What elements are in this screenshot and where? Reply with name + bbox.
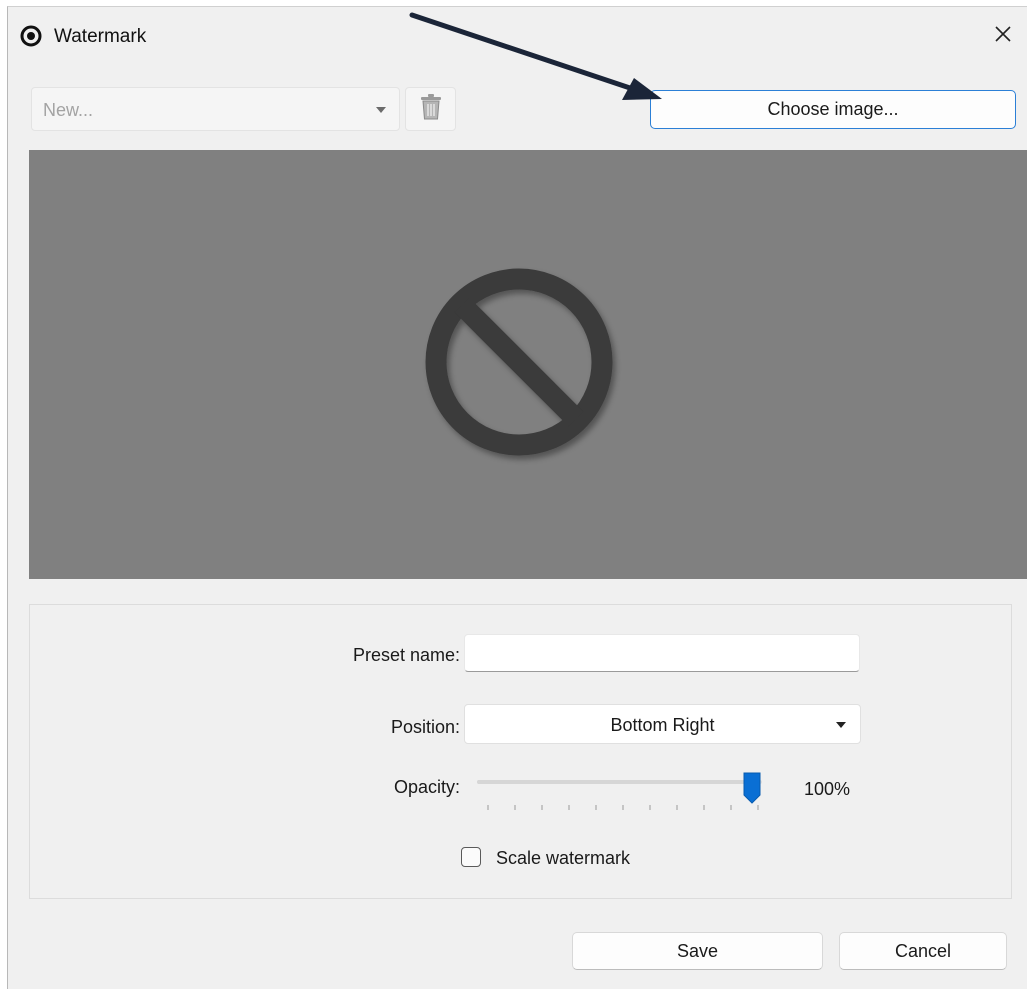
slider-thumb[interactable] bbox=[742, 771, 762, 805]
cancel-button[interactable]: Cancel bbox=[839, 932, 1007, 970]
delete-preset-button[interactable] bbox=[405, 87, 456, 131]
chevron-down-icon bbox=[376, 107, 386, 113]
scale-watermark-label: Scale watermark bbox=[496, 848, 631, 868]
preset-name-input[interactable] bbox=[464, 634, 860, 672]
choose-image-label: Choose image... bbox=[767, 99, 899, 119]
opacity-value: 100% bbox=[804, 779, 851, 799]
chevron-down-icon bbox=[836, 722, 846, 728]
save-button[interactable]: Save bbox=[572, 932, 823, 970]
title-bar: Watermark bbox=[8, 7, 1027, 65]
watermark-preview bbox=[29, 150, 1027, 579]
scale-watermark-checkbox[interactable] bbox=[461, 847, 481, 867]
app-logo-icon bbox=[20, 25, 42, 47]
close-button[interactable] bbox=[988, 21, 1018, 51]
no-image-icon bbox=[422, 266, 622, 466]
position-select-value: Bottom Right bbox=[610, 715, 715, 735]
trash-icon bbox=[419, 93, 443, 126]
watermark-dialog: Watermark New... Choose image... Preset … bbox=[7, 6, 1027, 989]
settings-panel: Preset name: Position: Bottom Right Opac… bbox=[29, 604, 1012, 899]
position-select[interactable]: Bottom Right bbox=[464, 704, 861, 744]
slider-fill bbox=[477, 780, 752, 784]
choose-image-button[interactable]: Choose image... bbox=[650, 90, 1016, 129]
preset-name-label: Preset name: bbox=[352, 645, 460, 665]
position-label: Position: bbox=[390, 717, 460, 737]
opacity-label: Opacity: bbox=[393, 777, 460, 797]
preset-select[interactable]: New... bbox=[31, 87, 400, 131]
opacity-slider[interactable] bbox=[477, 771, 777, 811]
save-label: Save bbox=[676, 940, 719, 961]
close-icon bbox=[994, 25, 1012, 48]
slider-ticks bbox=[487, 805, 759, 810]
cancel-label: Cancel bbox=[894, 940, 952, 961]
window-title: Watermark bbox=[54, 26, 147, 47]
preset-select-value: New... bbox=[43, 100, 94, 120]
